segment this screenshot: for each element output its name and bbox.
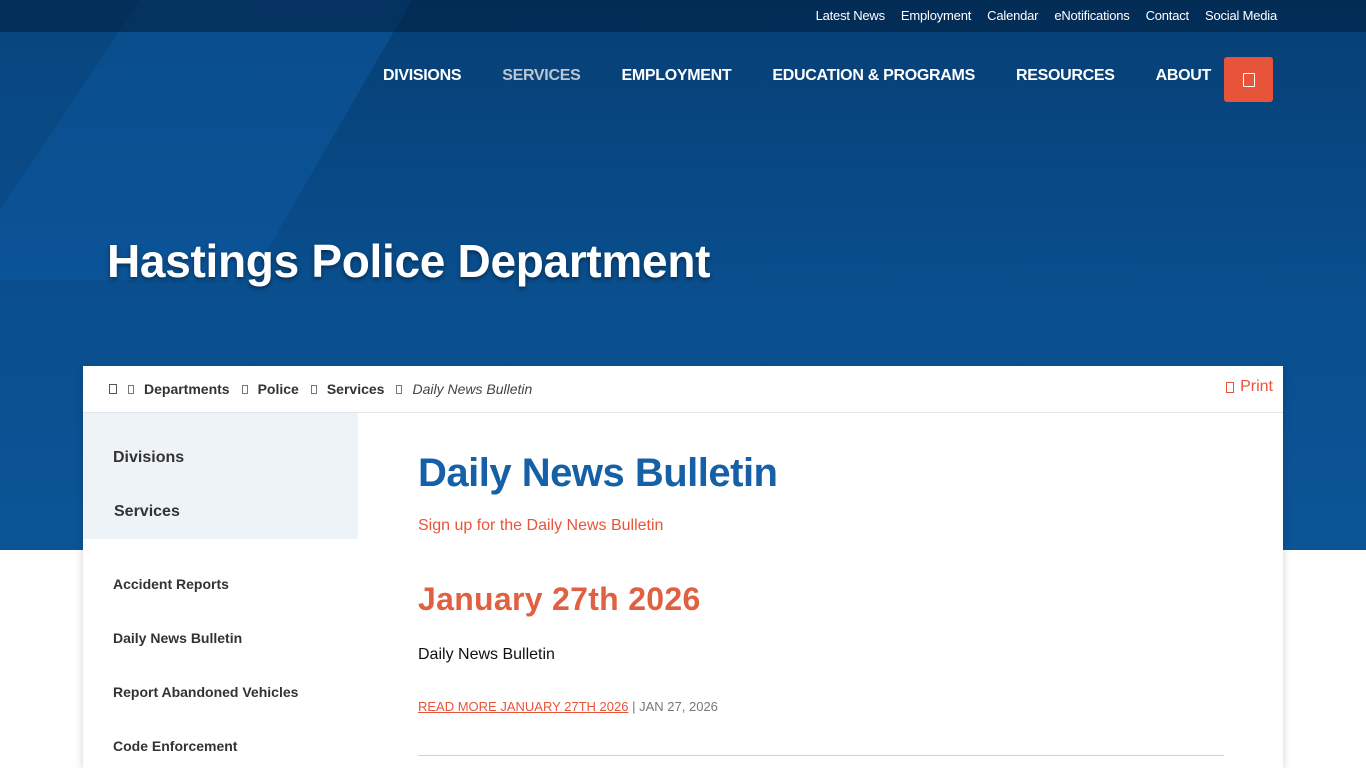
print-icon [1226,381,1235,393]
breadcrumb-police[interactable]: Police [258,381,299,397]
main-nav: DIVISIONS SERVICES EMPLOYMENT EDUCATION … [383,57,1252,95]
nav-education-programs[interactable]: EDUCATION & PROGRAMS [772,57,975,95]
nav-divisions[interactable]: DIVISIONS [383,57,462,95]
utility-bar: Latest News Employment Calendar eNotific… [0,0,1366,32]
utility-nav: Latest News Employment Calendar eNotific… [816,8,1278,23]
chevron-right-icon [396,384,403,394]
meta-separator: | [632,699,636,714]
nav-services[interactable]: SERVICES [502,57,581,95]
utility-link-contact[interactable]: Contact [1146,8,1190,23]
sidebar-item-divisions[interactable]: Divisions [113,449,184,467]
chevron-right-icon [310,384,317,394]
content-card: Departments Police Services Daily News B… [83,366,1283,768]
home-icon[interactable] [109,384,117,394]
nav-about[interactable]: ABOUT [1156,57,1212,95]
print-label: Print [1240,378,1273,395]
search-icon [1242,72,1255,87]
utility-link-calendar[interactable]: Calendar [987,8,1038,23]
breadcrumb-departments[interactable]: Departments [144,381,230,397]
read-more-link[interactable]: READ MORE JANUARY 27TH 2026 [418,699,628,714]
post-date: JAN 27, 2026 [639,699,718,714]
sidebar-item-services[interactable]: Services [114,503,180,521]
breadcrumb-current: Daily News Bulletin [412,381,533,397]
sidebar-link-accident-reports[interactable]: Accident Reports [113,576,298,630]
breadcrumb: Departments Police Services Daily News B… [83,366,1283,413]
post-date-heading: January 27th 2026 [418,581,701,617]
search-button[interactable] [1224,57,1273,102]
utility-link-social-media[interactable]: Social Media [1205,8,1277,23]
chevron-right-icon [128,384,134,394]
utility-link-latest-news[interactable]: Latest News [816,8,886,23]
page-hero-title: Hastings Police Department [107,235,711,287]
page-title: Daily News Bulletin [418,451,778,495]
sidebar-links: Accident Reports Daily News Bulletin Rep… [113,576,298,768]
sidebar-link-report-abandoned-vehicles[interactable]: Report Abandoned Vehicles [113,684,298,738]
utility-link-enotifications[interactable]: eNotifications [1054,8,1129,23]
nav-employment[interactable]: EMPLOYMENT [621,57,731,95]
breadcrumb-services[interactable]: Services [327,381,385,397]
utility-link-employment[interactable]: Employment [901,8,971,23]
post-body: Daily News Bulletin [418,646,555,663]
chevron-right-icon [241,384,248,394]
sidebar-link-code-enforcement[interactable]: Code Enforcement [113,738,298,768]
sidebar-link-daily-news-bulletin[interactable]: Daily News Bulletin [113,630,298,684]
nav-resources[interactable]: RESOURCES [1016,57,1115,95]
divider [418,755,1224,756]
post-meta: READ MORE JANUARY 27TH 2026 | JAN 27, 20… [418,699,718,714]
print-button[interactable]: Print [1226,378,1273,396]
signup-link[interactable]: Sign up for the Daily News Bulletin [418,517,663,535]
sidebar-header: Divisions Services [83,413,358,539]
